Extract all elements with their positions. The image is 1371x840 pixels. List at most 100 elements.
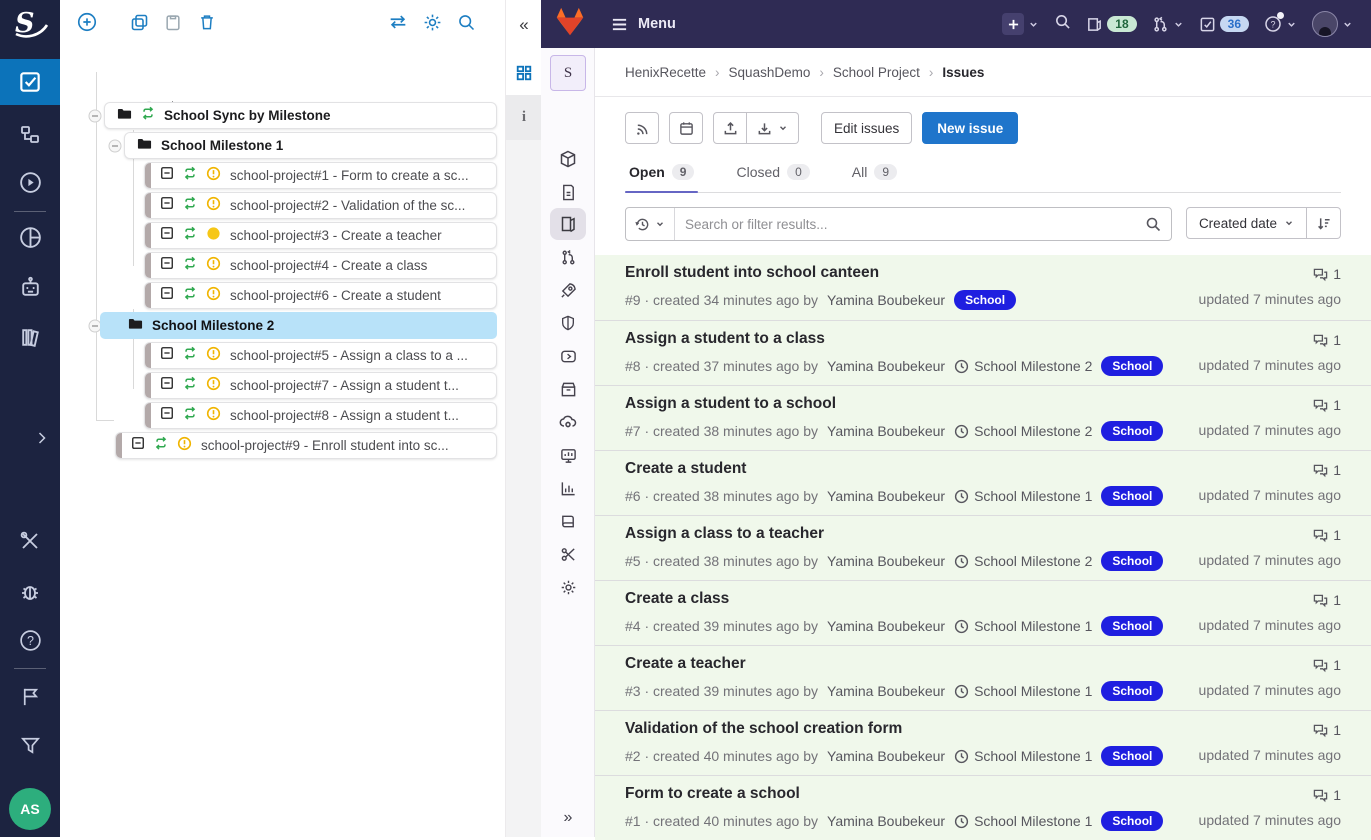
issue-title[interactable]: Enroll student into school canteen: [625, 264, 879, 281]
issue-milestone[interactable]: School Milestone 1: [954, 813, 1092, 829]
square-minus-icon[interactable]: [160, 406, 174, 425]
search-button[interactable]: [1054, 13, 1071, 35]
issue-row[interactable]: Assign a student to a class #8 · created…: [595, 320, 1371, 385]
nav-milestones-flag[interactable]: [0, 673, 60, 719]
nav-bugtracker[interactable]: [0, 569, 60, 615]
analytics-icon[interactable]: [550, 473, 586, 503]
issue-row[interactable]: Create a class #4 · created 39 minutes a…: [595, 580, 1371, 645]
paste-icon[interactable]: [162, 11, 184, 33]
issue-milestone[interactable]: School Milestone 1: [954, 488, 1092, 504]
drag-handle[interactable]: [145, 403, 151, 428]
collapse-minus-icon[interactable]: [88, 109, 102, 123]
copy-icon[interactable]: [128, 11, 150, 33]
issue-comments[interactable]: 1: [1313, 592, 1341, 608]
issue-comments[interactable]: 1: [1313, 527, 1341, 543]
issue-title[interactable]: Create a student: [625, 460, 746, 477]
square-minus-icon[interactable]: [160, 166, 174, 185]
tree-item-tc6[interactable]: school-project#6 - Create a student: [144, 282, 497, 309]
square-minus-icon[interactable]: [160, 376, 174, 395]
drag-handle[interactable]: [145, 283, 151, 308]
issue-label[interactable]: School: [954, 290, 1017, 310]
issue-label[interactable]: School: [1101, 681, 1164, 701]
issue-milestone[interactable]: School Milestone 1: [954, 683, 1092, 699]
issue-label[interactable]: School: [1101, 746, 1164, 766]
drag-handle[interactable]: [145, 373, 151, 398]
issue-row[interactable]: Assign a class to a teacher #5 · created…: [595, 515, 1371, 580]
tree-item-tc8[interactable]: school-project#8 - Assign a student t...: [144, 402, 497, 429]
edit-issues-button[interactable]: Edit issues: [821, 112, 913, 144]
user-avatar[interactable]: AS: [9, 788, 51, 830]
new-issue-button[interactable]: New issue: [922, 112, 1019, 144]
issue-title[interactable]: Validation of the school creation form: [625, 720, 902, 737]
search-icon[interactable]: [455, 11, 477, 33]
import-button[interactable]: [747, 112, 799, 144]
delete-icon[interactable]: [196, 11, 218, 33]
issue-comments[interactable]: 1: [1313, 332, 1341, 348]
squash-logo[interactable]: S: [8, 6, 52, 42]
issue-row[interactable]: Create a student #6 · created 38 minutes…: [595, 450, 1371, 515]
dashboard-tab[interactable]: [506, 50, 542, 95]
expand-sidebar-icon[interactable]: »: [541, 809, 595, 827]
repository-icon[interactable]: [550, 177, 586, 207]
issue-row[interactable]: Validation of the school creation form #…: [595, 710, 1371, 775]
rss-button[interactable]: [625, 112, 659, 144]
issue-label[interactable]: School: [1101, 811, 1164, 831]
tab-open[interactable]: Open 9: [625, 158, 699, 193]
cicd-rocket-icon[interactable]: [550, 275, 586, 305]
breadcrumb-project[interactable]: School Project: [833, 65, 920, 80]
search-icon[interactable]: [1135, 216, 1171, 232]
tree-item-tc7[interactable]: school-project#7 - Assign a student t...: [144, 372, 497, 399]
search-input[interactable]: [675, 216, 1135, 232]
gear-icon[interactable]: [421, 11, 443, 33]
issue-row[interactable]: Create a teacher #3 · created 39 minutes…: [595, 645, 1371, 710]
issue-comments[interactable]: 1: [1313, 657, 1341, 673]
nav-executions[interactable]: [0, 159, 60, 205]
issue-milestone[interactable]: School Milestone 2: [954, 358, 1092, 374]
breadcrumb-subgroup[interactable]: SquashDemo: [729, 65, 811, 80]
issue-author[interactable]: Yamina Boubekeur: [827, 618, 945, 634]
nav-expand-chevron[interactable]: [0, 415, 60, 461]
tab-closed[interactable]: Closed 0: [732, 158, 813, 192]
calendar-button[interactable]: [669, 112, 703, 144]
nav-filter[interactable]: [0, 722, 60, 768]
issue-author[interactable]: Yamina Boubekeur: [827, 358, 945, 374]
square-minus-icon[interactable]: [160, 346, 174, 365]
issue-row[interactable]: Form to create a school #1 · created 40 …: [595, 775, 1371, 840]
issue-row[interactable]: Enroll student into school canteen #9 · …: [595, 255, 1371, 320]
nav-test-cases[interactable]: [0, 59, 60, 105]
tree-item-tc2[interactable]: school-project#2 - Validation of the sc.…: [144, 192, 497, 219]
recent-searches-button[interactable]: [626, 208, 675, 240]
issue-comments[interactable]: 1: [1313, 462, 1341, 478]
deployments-icon[interactable]: [550, 341, 586, 371]
issue-row[interactable]: Assign a student to a school #7 · create…: [595, 385, 1371, 450]
issues-shortcut-button[interactable]: 18: [1086, 16, 1137, 33]
issue-label[interactable]: School: [1101, 486, 1164, 506]
issue-milestone[interactable]: School Milestone 2: [954, 553, 1092, 569]
new-menu-button[interactable]: [1002, 13, 1039, 35]
sort-direction-button[interactable]: [1307, 207, 1341, 239]
issue-author[interactable]: Yamina Boubekeur: [827, 292, 945, 308]
tree-folder-milestone2-selected[interactable]: School Milestone 2: [100, 312, 497, 339]
issue-author[interactable]: Yamina Boubekeur: [827, 813, 945, 829]
issue-title[interactable]: Form to create a school: [625, 785, 800, 802]
nav-admin-tools[interactable]: [0, 518, 60, 564]
project-info-icon[interactable]: [550, 144, 586, 174]
wiki-icon[interactable]: [550, 506, 586, 536]
issue-title[interactable]: Create a teacher: [625, 655, 746, 672]
tree-item-tc1[interactable]: school-project#1 - Form to create a sc..…: [144, 162, 497, 189]
packages-icon[interactable]: [550, 374, 586, 404]
merge-requests-nav-icon[interactable]: [550, 242, 586, 272]
issue-label[interactable]: School: [1101, 356, 1164, 376]
square-minus-icon[interactable]: [131, 436, 145, 455]
issue-title[interactable]: Create a class: [625, 590, 729, 607]
export-button[interactable]: [713, 112, 747, 144]
collapse-minus-icon[interactable]: [108, 139, 122, 153]
transfer-icon[interactable]: [387, 11, 409, 33]
square-minus-icon[interactable]: [160, 226, 174, 245]
issue-label[interactable]: School: [1101, 551, 1164, 571]
issue-title[interactable]: Assign a class to a teacher: [625, 525, 824, 542]
monitor-icon[interactable]: [550, 440, 586, 470]
collapse-panel-icon[interactable]: «: [519, 15, 528, 35]
tree-item-tc9[interactable]: school-project#9 - Enroll student into s…: [115, 432, 497, 459]
issue-comments[interactable]: 1: [1313, 266, 1341, 282]
